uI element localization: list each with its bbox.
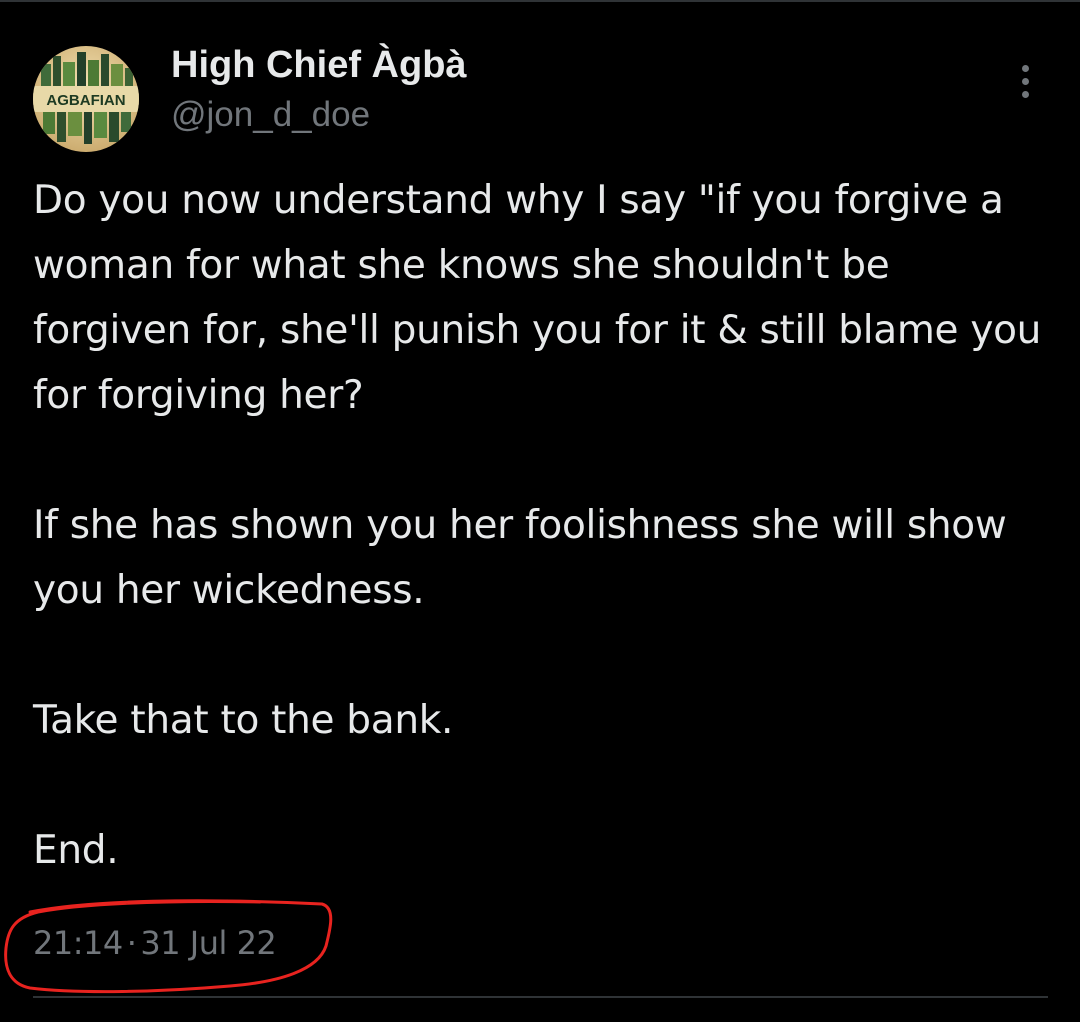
- more-vertical-icon[interactable]: [1000, 56, 1050, 106]
- more-dot: [1021, 90, 1029, 98]
- avatar[interactable]: AGBAFIAN: [33, 46, 139, 152]
- avatar-label: AGBAFIAN: [46, 92, 125, 109]
- bottom-divider: [33, 996, 1048, 998]
- more-dot: [1021, 64, 1029, 72]
- tweet-paragraph-3: Take that to the bank.: [33, 698, 454, 743]
- tweet-paragraph-2: If she has shown you her foolishness she…: [33, 503, 1019, 613]
- author-display-name[interactable]: High Chief Àgbà: [171, 42, 467, 88]
- tweet-paragraph-4: End.: [33, 828, 119, 873]
- tweet-text: Do you now understand why I say "if you …: [33, 168, 1043, 883]
- more-dot: [1021, 77, 1029, 85]
- tweet-time[interactable]: 21:14: [33, 924, 123, 962]
- tweet-timestamp[interactable]: 21:14 · 31 Jul 22: [33, 918, 277, 968]
- timestamp-separator: ·: [126, 924, 137, 962]
- tweet-date[interactable]: 31 Jul 22: [140, 924, 276, 962]
- author-handle[interactable]: @jon_d_doe: [171, 92, 370, 138]
- avatar-image: AGBAFIAN: [33, 46, 139, 152]
- top-border: [0, 0, 1080, 2]
- tweet-paragraph-1: Do you now understand why I say "if you …: [33, 178, 1054, 418]
